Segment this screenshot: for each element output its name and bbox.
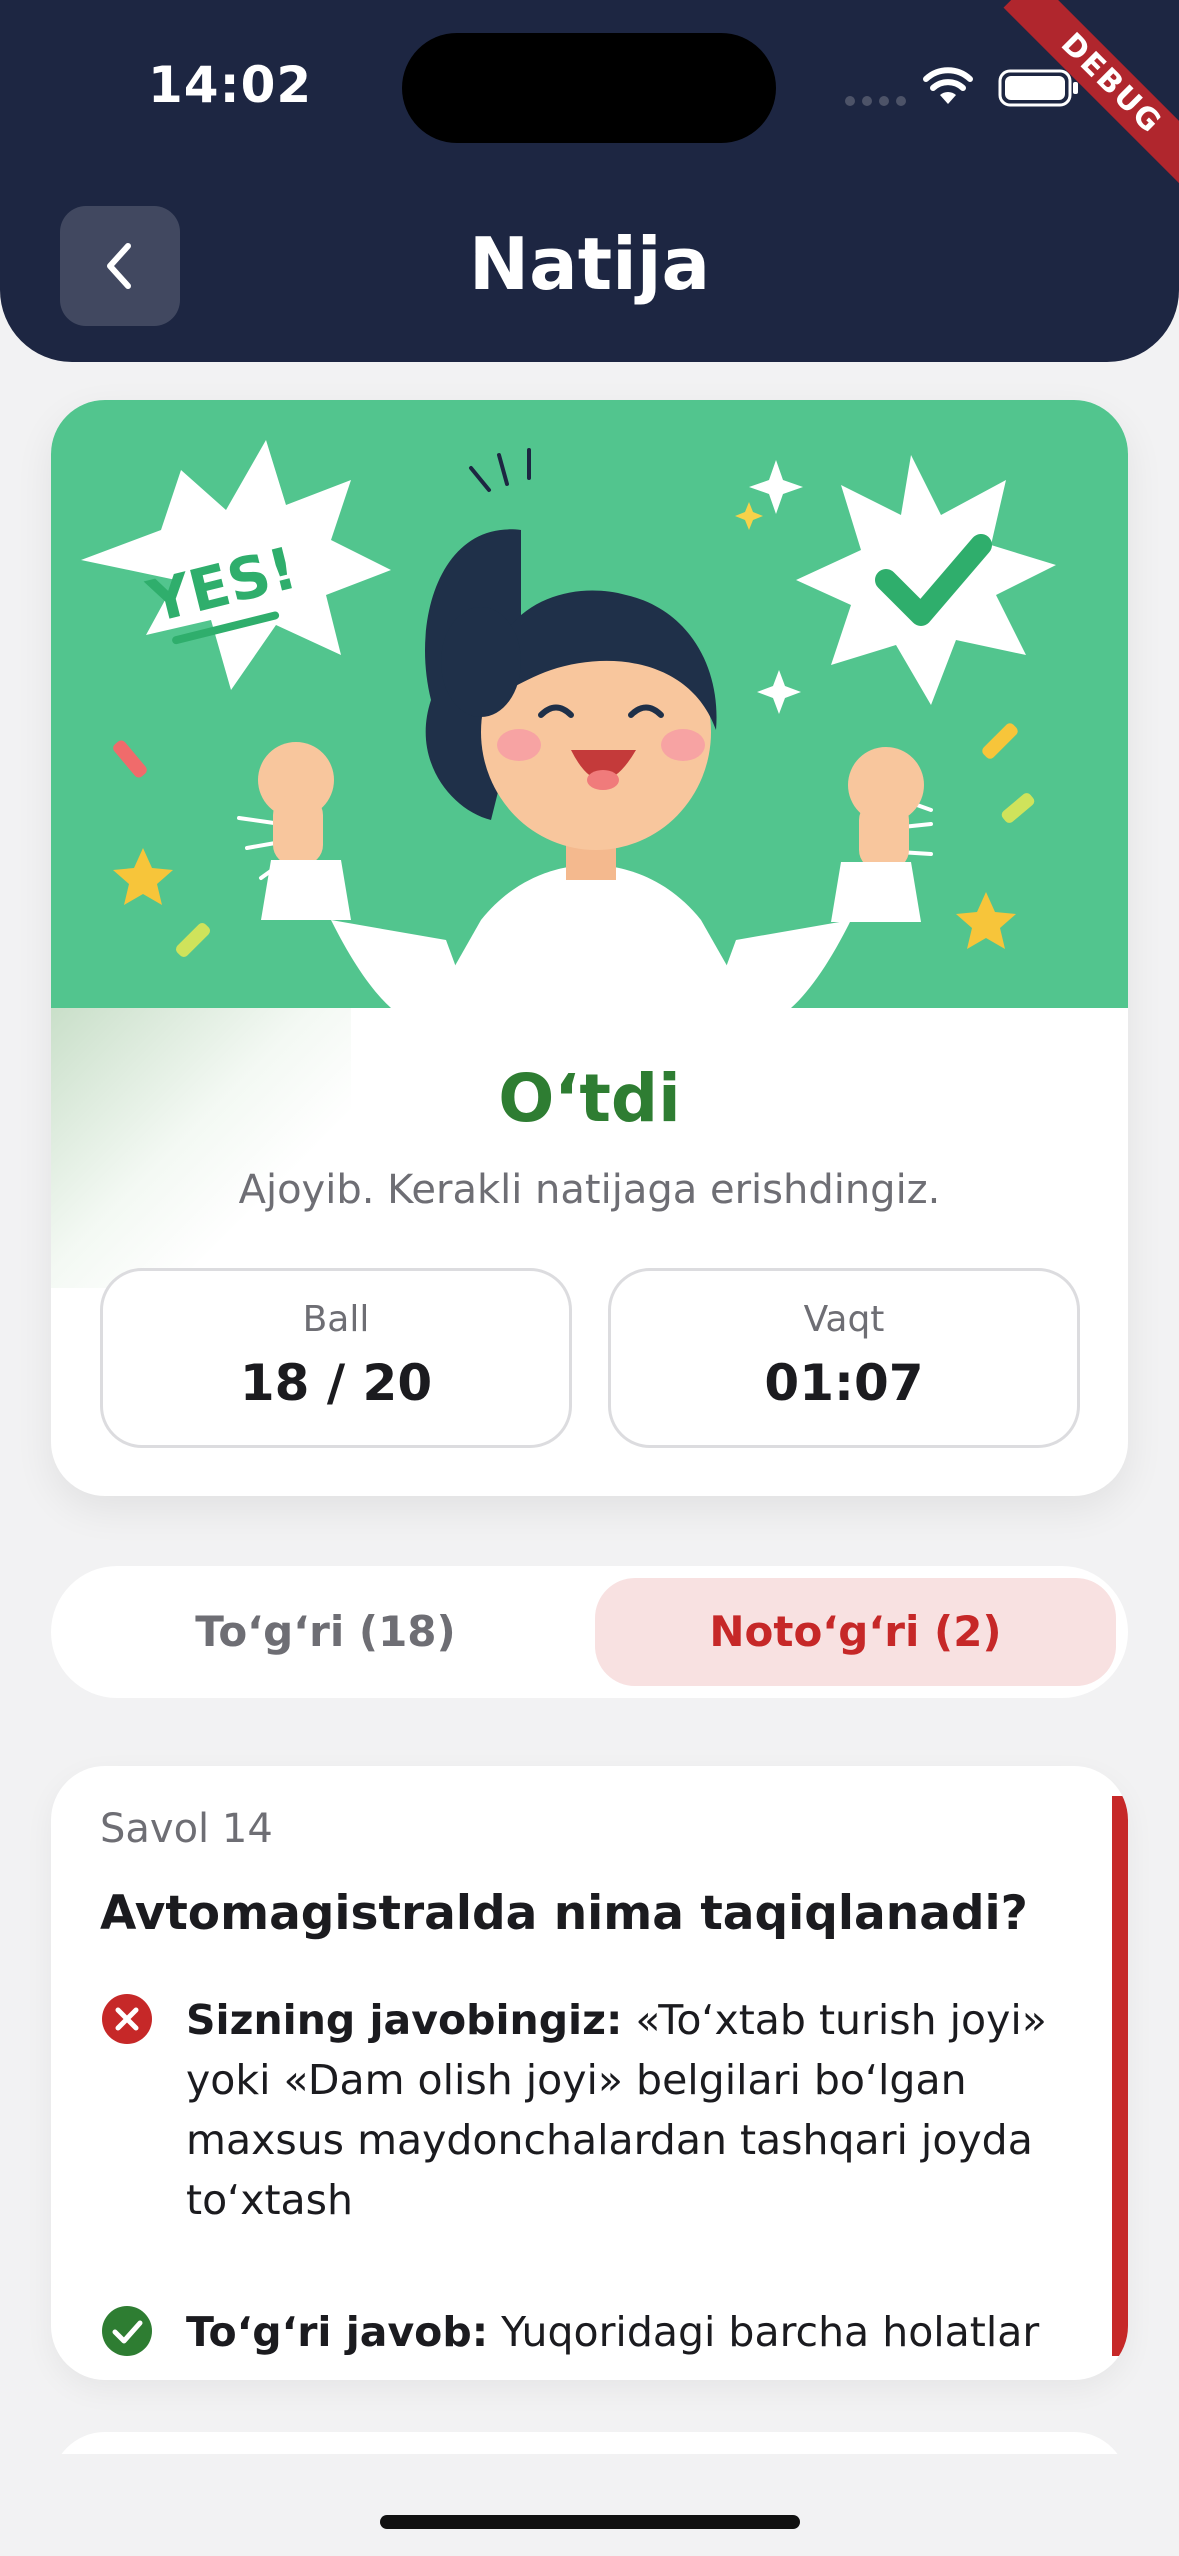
x-circle-icon [102,1994,152,2044]
time-label: Vaqt [803,1299,885,1340]
score-value: 18 / 20 [239,1354,433,1412]
question-number: Savol 14 [100,1806,273,1852]
battery-icon [998,69,1078,107]
bottom-area [0,2454,1179,2556]
correct-answer-row: To‘g‘ri javob: Yuqoridagi barcha holatla… [100,2302,1100,2362]
correct-answer-text: Yuqoridagi barcha holatlar [488,2308,1040,2356]
app-header: 14:02 DEBUG Natija [0,0,1179,362]
result-message: Ajoyib. Kerakli natijaga erishdingiz. [238,1167,941,1213]
correct-answer: To‘g‘ri javob: Yuqoridagi barcha holatla… [186,2302,1096,2362]
dynamic-island [402,33,776,143]
tab-wrong[interactable]: Noto‘g‘ri (2) [595,1578,1116,1686]
time-value: 01:07 [764,1354,924,1412]
wrong-accent-bar [1112,1796,1128,2356]
card-glow [51,1008,351,1288]
question-text: Avtomagistralda nima taqiqlanadi? [100,1886,1028,1941]
success-illustration: YES! [51,400,1128,1008]
page-title: Natija [468,222,711,306]
tab-correct[interactable]: To‘g‘ri (18) [65,1578,586,1686]
home-indicator[interactable] [380,2515,800,2529]
cellular-signal-icon [845,96,906,106]
answer-filter-tabs: To‘g‘ri (18) Noto‘g‘ri (2) [51,1566,1128,1698]
score-label: Ball [302,1299,370,1340]
result-status: O‘tdi [498,1060,681,1137]
status-time: 14:02 [148,56,313,114]
user-answer: Sizning javobingiz: «To‘xtab turish joyi… [186,1990,1096,2230]
question-card[interactable]: Savol 14 Avtomagistralda nima taqiqlanad… [51,1766,1128,2380]
score-stat: Ball 18 / 20 [100,1268,572,1448]
user-answer-label: Sizning javobingiz: [186,1996,623,2044]
user-answer-row: Sizning javobingiz: «To‘xtab turish joyi… [100,1990,1100,2230]
time-stat: Vaqt 01:07 [608,1268,1080,1448]
wifi-icon [923,67,973,104]
result-card: YES! O‘tdi Ajoyib. Kerakli natijaga eris… [51,400,1128,1496]
check-circle-icon [102,2306,152,2356]
correct-answer-label: To‘g‘ri javob: [186,2308,489,2356]
